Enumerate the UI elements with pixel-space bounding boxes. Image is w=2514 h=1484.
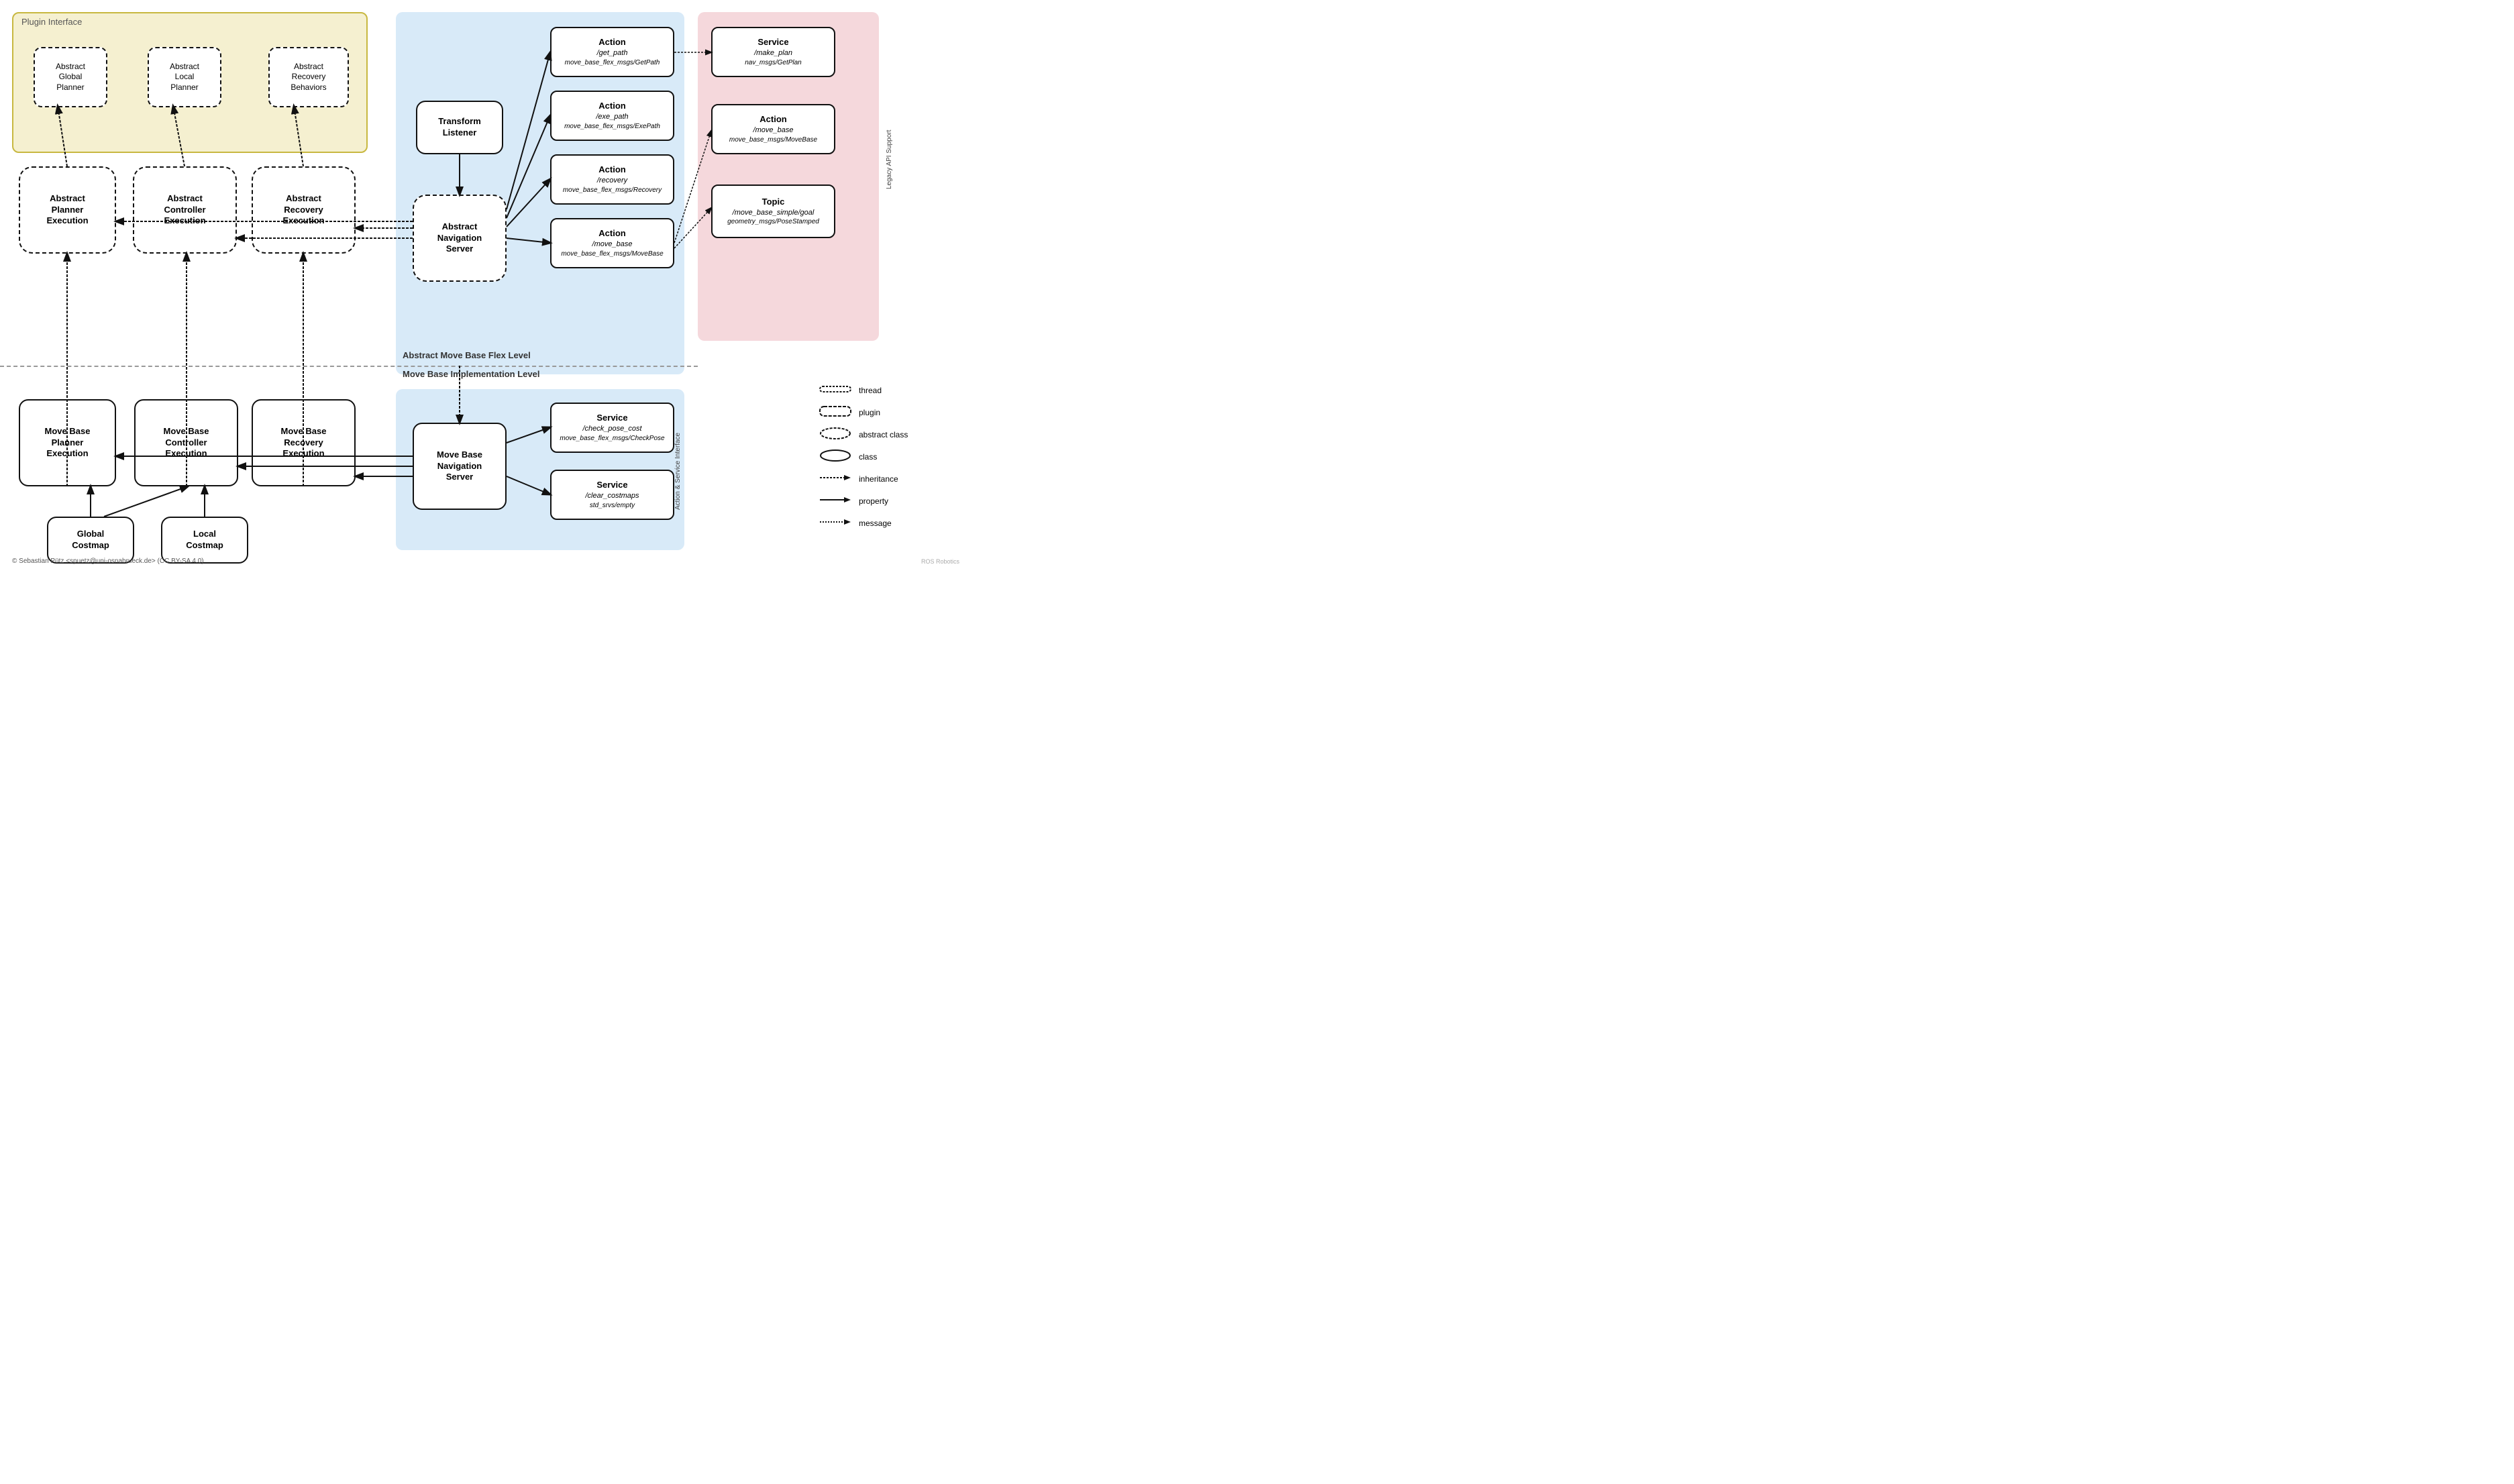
local-costmap-box: LocalCostmap — [161, 517, 248, 564]
abstract-recovery-behaviors-box: AbstractRecoveryBehaviors — [268, 47, 349, 107]
service-clear-costmaps-box: Service /clear_costmaps std_srvs/empty — [550, 470, 674, 520]
legend-property-label: property — [859, 496, 888, 506]
legend-thread-label: thread — [859, 386, 882, 395]
legend-thread-icon — [819, 382, 852, 398]
move-base-planner-execution-box: Move BasePlannerExecution — [19, 399, 116, 486]
move-base-recovery-execution-box: Move BaseRecoveryExecution — [252, 399, 356, 486]
abstract-nav-server-box: AbstractNavigationServer — [413, 195, 507, 282]
legend-property-item: property — [819, 493, 953, 509]
legend-class-item: class — [819, 449, 953, 464]
abstract-controller-execution-box: AbstractControllerExecution — [133, 166, 237, 254]
watermark: ROS Robotics — [921, 558, 959, 565]
abstract-local-planner-box: AbstractLocalPlanner — [148, 47, 221, 107]
legend-plugin-label: plugin — [859, 408, 880, 417]
topic-move-base-simple-box: Topic /move_base_simple/goal geometry_ms… — [711, 184, 835, 238]
legend-class-label: class — [859, 452, 877, 462]
legend-abstract-class-label: abstract class — [859, 430, 908, 439]
abstract-planner-execution-box: AbstractPlannerExecution — [19, 166, 116, 254]
action-move-base-pink-box: Action /move_base move_base_msgs/MoveBas… — [711, 104, 835, 154]
legend-plugin-item: plugin — [819, 405, 953, 420]
legend-class-icon — [819, 449, 852, 464]
legend-message-label: message — [859, 519, 892, 528]
global-costmap-box: GlobalCostmap — [47, 517, 134, 564]
action-exe-path-box: Action /exe_path move_base_flex_msgs/Exe… — [550, 91, 674, 141]
legend-message-icon — [819, 515, 852, 531]
implementation-level-label: Move Base Implementation Level — [403, 369, 539, 379]
move-base-nav-server-box: Move BaseNavigationServer — [413, 423, 507, 510]
transform-listener-box: TransformListener — [416, 101, 503, 154]
action-move-base-top-box: Action /move_base move_base_flex_msgs/Mo… — [550, 218, 674, 268]
action-service-label: Action & Service Interface — [674, 409, 682, 533]
service-make-plan-box: Service /make_plan nav_msgs/GetPlan — [711, 27, 835, 77]
legend-inheritance-label: inheritance — [859, 474, 898, 484]
legend-message-item: message — [819, 515, 953, 531]
divider-line — [0, 366, 698, 367]
diagram-container: Plugin Interface AbstractGlobalPlanner A… — [0, 0, 966, 570]
action-recovery-box: Action /recovery move_base_flex_msgs/Rec… — [550, 154, 674, 205]
abstract-level-label: Abstract Move Base Flex Level — [403, 350, 531, 360]
legend-property-icon — [819, 493, 852, 509]
plugin-interface-label: Plugin Interface — [21, 17, 82, 27]
move-base-controller-execution-box: Move BaseControllerExecution — [134, 399, 238, 486]
legend-abstract-class-icon — [819, 427, 852, 442]
legend-abstract-class-item: abstract class — [819, 427, 953, 442]
service-check-pose-box: Service /check_pose_cost move_base_flex_… — [550, 403, 674, 453]
legacy-label: Legacy API Support — [886, 19, 893, 301]
legend-inheritance-item: inheritance — [819, 471, 953, 486]
plugin-interface-region: Plugin Interface AbstractGlobalPlanner A… — [12, 12, 368, 153]
action-get-path-box: Action /get_path move_base_flex_msgs/Get… — [550, 27, 674, 77]
legend: thread plugin abstract class class — [819, 382, 953, 537]
legend-plugin-icon — [819, 405, 852, 420]
abstract-recovery-execution-box: AbstractRecoveryExecution — [252, 166, 356, 254]
legend-inheritance-icon — [819, 471, 852, 486]
abstract-global-planner-box: AbstractGlobalPlanner — [34, 47, 107, 107]
legend-thread-item: thread — [819, 382, 953, 398]
footer-text: © Sebastian Pütz <spuetz@uni-osnabrueck.… — [12, 558, 204, 565]
